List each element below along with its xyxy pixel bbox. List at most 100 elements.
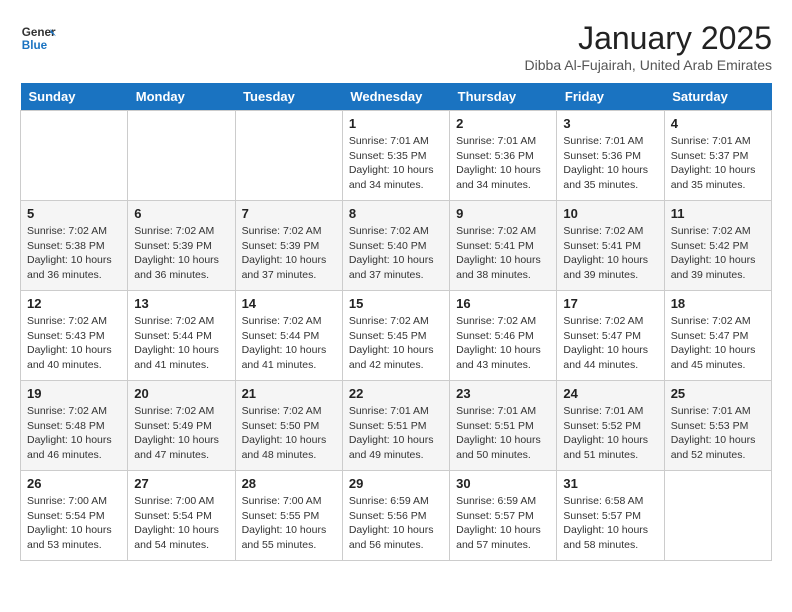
day-number: 7 — [242, 206, 336, 221]
day-number: 28 — [242, 476, 336, 491]
calendar-cell: 23 Sunrise: 7:01 AM Sunset: 5:51 PM Dayli… — [450, 381, 557, 471]
day-info: Sunrise: 7:02 AM Sunset: 5:42 PM Dayligh… — [671, 224, 765, 283]
calendar-cell: 9 Sunrise: 7:02 AM Sunset: 5:41 PM Daylig… — [450, 201, 557, 291]
day-info: Sunrise: 7:02 AM Sunset: 5:39 PM Dayligh… — [134, 224, 228, 283]
day-info: Sunrise: 7:02 AM Sunset: 5:48 PM Dayligh… — [27, 404, 121, 463]
day-number: 6 — [134, 206, 228, 221]
day-number: 20 — [134, 386, 228, 401]
day-info: Sunrise: 7:01 AM Sunset: 5:36 PM Dayligh… — [456, 134, 550, 193]
day-number: 8 — [349, 206, 443, 221]
day-info: Sunrise: 7:01 AM Sunset: 5:37 PM Dayligh… — [671, 134, 765, 193]
calendar-cell: 12 Sunrise: 7:02 AM Sunset: 5:43 PM Dayli… — [21, 291, 128, 381]
day-info: Sunrise: 7:02 AM Sunset: 5:49 PM Dayligh… — [134, 404, 228, 463]
day-number: 26 — [27, 476, 121, 491]
day-number: 16 — [456, 296, 550, 311]
day-info: Sunrise: 7:02 AM Sunset: 5:38 PM Dayligh… — [27, 224, 121, 283]
weekday-header-row: SundayMondayTuesdayWednesdayThursdayFrid… — [21, 83, 772, 111]
day-number: 4 — [671, 116, 765, 131]
day-number: 13 — [134, 296, 228, 311]
day-info: Sunrise: 7:01 AM Sunset: 5:35 PM Dayligh… — [349, 134, 443, 193]
day-info: Sunrise: 7:02 AM Sunset: 5:39 PM Dayligh… — [242, 224, 336, 283]
calendar-cell: 11 Sunrise: 7:02 AM Sunset: 5:42 PM Dayli… — [664, 201, 771, 291]
calendar-cell — [128, 111, 235, 201]
day-number: 1 — [349, 116, 443, 131]
day-number: 14 — [242, 296, 336, 311]
calendar-cell: 7 Sunrise: 7:02 AM Sunset: 5:39 PM Daylig… — [235, 201, 342, 291]
day-info: Sunrise: 7:01 AM Sunset: 5:51 PM Dayligh… — [349, 404, 443, 463]
day-number: 18 — [671, 296, 765, 311]
weekday-header-sunday: Sunday — [21, 83, 128, 111]
calendar-cell: 26 Sunrise: 7:00 AM Sunset: 5:54 PM Dayli… — [21, 471, 128, 561]
calendar-cell: 18 Sunrise: 7:02 AM Sunset: 5:47 PM Dayli… — [664, 291, 771, 381]
weekday-header-tuesday: Tuesday — [235, 83, 342, 111]
calendar-cell: 27Sunrise: 7:00 AM Sunset: 5:54 PM Dayli… — [128, 471, 235, 561]
day-info: Sunrise: 7:02 AM Sunset: 5:44 PM Dayligh… — [134, 314, 228, 373]
calendar-cell: 6 Sunrise: 7:02 AM Sunset: 5:39 PM Daylig… — [128, 201, 235, 291]
day-info: Sunrise: 7:00 AM Sunset: 5:54 PM Dayligh… — [134, 494, 228, 553]
day-info: Sunrise: 7:02 AM Sunset: 5:46 PM Dayligh… — [456, 314, 550, 373]
day-info: Sunrise: 7:01 AM Sunset: 5:52 PM Dayligh… — [563, 404, 657, 463]
week-row-1: 1 Sunrise: 7:01 AM Sunset: 5:35 PM Daylig… — [21, 111, 772, 201]
day-number: 3 — [563, 116, 657, 131]
week-row-4: 19Sunrise: 7:02 AM Sunset: 5:48 PM Dayli… — [21, 381, 772, 471]
calendar-cell: 22 Sunrise: 7:01 AM Sunset: 5:51 PM Dayli… — [342, 381, 449, 471]
calendar-cell: 16 Sunrise: 7:02 AM Sunset: 5:46 PM Dayli… — [450, 291, 557, 381]
day-info: Sunrise: 6:58 AM Sunset: 5:57 PM Dayligh… — [563, 494, 657, 553]
calendar-cell: 5 Sunrise: 7:02 AM Sunset: 5:38 PM Daylig… — [21, 201, 128, 291]
day-number: 25 — [671, 386, 765, 401]
day-number: 23 — [456, 386, 550, 401]
day-number: 11 — [671, 206, 765, 221]
calendar-cell: 20 Sunrise: 7:02 AM Sunset: 5:49 PM Dayli… — [128, 381, 235, 471]
logo-icon: General Blue — [20, 20, 56, 56]
day-info: Sunrise: 6:59 AM Sunset: 5:57 PM Dayligh… — [456, 494, 550, 553]
day-number: 29 — [349, 476, 443, 491]
calendar-cell: 1 Sunrise: 7:01 AM Sunset: 5:35 PM Daylig… — [342, 111, 449, 201]
day-info: Sunrise: 7:02 AM Sunset: 5:47 PM Dayligh… — [671, 314, 765, 373]
calendar-cell — [664, 471, 771, 561]
week-row-5: 26 Sunrise: 7:00 AM Sunset: 5:54 PM Dayli… — [21, 471, 772, 561]
day-info: Sunrise: 7:00 AM Sunset: 5:55 PM Dayligh… — [242, 494, 336, 553]
title-section: January 2025 Dibba Al-Fujairah, United A… — [525, 20, 772, 73]
calendar-cell: 21 Sunrise: 7:02 AM Sunset: 5:50 PM Dayli… — [235, 381, 342, 471]
day-info: Sunrise: 7:02 AM Sunset: 5:43 PM Dayligh… — [27, 314, 121, 373]
svg-text:Blue: Blue — [22, 39, 48, 52]
day-number: 17 — [563, 296, 657, 311]
day-number: 21 — [242, 386, 336, 401]
day-number: 15 — [349, 296, 443, 311]
day-number: 10 — [563, 206, 657, 221]
day-info: Sunrise: 7:01 AM Sunset: 5:36 PM Dayligh… — [563, 134, 657, 193]
location: Dibba Al-Fujairah, United Arab Emirates — [525, 57, 772, 73]
day-info: Sunrise: 7:00 AM Sunset: 5:54 PM Dayligh… — [27, 494, 121, 553]
calendar-cell: 4 Sunrise: 7:01 AM Sunset: 5:37 PM Daylig… — [664, 111, 771, 201]
weekday-header-saturday: Saturday — [664, 83, 771, 111]
calendar-cell: 29 Sunrise: 6:59 AM Sunset: 5:56 PM Dayli… — [342, 471, 449, 561]
calendar-cell: 30 Sunrise: 6:59 AM Sunset: 5:57 PM Dayli… — [450, 471, 557, 561]
calendar-body: 1 Sunrise: 7:01 AM Sunset: 5:35 PM Daylig… — [21, 111, 772, 561]
day-info: Sunrise: 6:59 AM Sunset: 5:56 PM Dayligh… — [349, 494, 443, 553]
day-info: Sunrise: 7:01 AM Sunset: 5:53 PM Dayligh… — [671, 404, 765, 463]
weekday-header-friday: Friday — [557, 83, 664, 111]
day-number: 12 — [27, 296, 121, 311]
day-number: 5 — [27, 206, 121, 221]
weekday-header-monday: Monday — [128, 83, 235, 111]
day-number: 30 — [456, 476, 550, 491]
calendar-cell: 28 Sunrise: 7:00 AM Sunset: 5:55 PM Dayli… — [235, 471, 342, 561]
day-info: Sunrise: 7:02 AM Sunset: 5:41 PM Dayligh… — [563, 224, 657, 283]
day-number: 31 — [563, 476, 657, 491]
calendar-cell: 25 Sunrise: 7:01 AM Sunset: 5:53 PM Dayli… — [664, 381, 771, 471]
day-info: Sunrise: 7:01 AM Sunset: 5:51 PM Dayligh… — [456, 404, 550, 463]
day-number: 22 — [349, 386, 443, 401]
calendar-cell: 3 Sunrise: 7:01 AM Sunset: 5:36 PM Daylig… — [557, 111, 664, 201]
weekday-header-thursday: Thursday — [450, 83, 557, 111]
day-info: Sunrise: 7:02 AM Sunset: 5:45 PM Dayligh… — [349, 314, 443, 373]
week-row-3: 12 Sunrise: 7:02 AM Sunset: 5:43 PM Dayli… — [21, 291, 772, 381]
calendar-cell — [21, 111, 128, 201]
day-info: Sunrise: 7:02 AM Sunset: 5:41 PM Dayligh… — [456, 224, 550, 283]
calendar-cell: 13 Sunrise: 7:02 AM Sunset: 5:44 PM Dayli… — [128, 291, 235, 381]
month-title: January 2025 — [525, 20, 772, 57]
calendar-cell: 15 Sunrise: 7:02 AM Sunset: 5:45 PM Dayli… — [342, 291, 449, 381]
day-info: Sunrise: 7:02 AM Sunset: 5:50 PM Dayligh… — [242, 404, 336, 463]
calendar-cell: 2Sunrise: 7:01 AM Sunset: 5:36 PM Daylig… — [450, 111, 557, 201]
day-number: 9 — [456, 206, 550, 221]
calendar-table: SundayMondayTuesdayWednesdayThursdayFrid… — [20, 83, 772, 561]
